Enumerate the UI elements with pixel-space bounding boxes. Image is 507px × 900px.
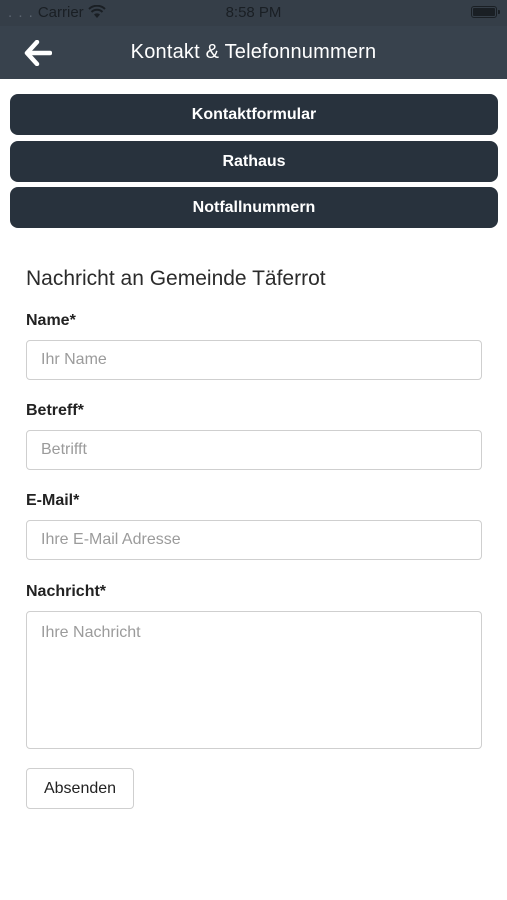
page-title: Kontakt & Telefonnummern [130,41,377,63]
name-input[interactable] [26,340,482,380]
form-title: Nachricht an Gemeinde Täferrot [26,267,326,290]
tab-rathaus[interactable]: Rathaus [10,141,498,182]
navigation-bar: Kontakt & Telefonnummern [0,26,507,79]
message-textarea[interactable] [26,611,482,749]
subject-label: Betreff* [26,402,84,419]
email-input[interactable] [26,520,482,560]
subject-input[interactable] [26,430,482,470]
battery-icon [471,6,500,18]
tab-notfallnummern[interactable]: Notfallnummern [10,187,498,228]
name-label: Name* [26,312,76,329]
email-label: E-Mail* [26,492,80,509]
clock-time: 8:58 PM [225,4,282,21]
message-label: Nachricht* [26,583,107,600]
tab-kontaktformular[interactable]: Kontaktformular [10,94,498,135]
submit-button[interactable]: Absenden [26,768,134,809]
status-bar: . . . Carrier 8:58 PM [0,0,507,26]
